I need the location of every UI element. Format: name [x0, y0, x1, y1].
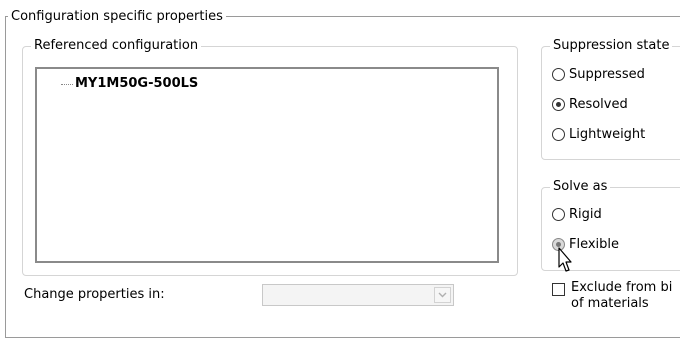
tree-connector [61, 84, 73, 85]
radio-resolved-label: Resolved [569, 97, 628, 112]
radio-flexible-label: Flexible [569, 237, 620, 252]
exclude-bom-label-line1: Exclude from bi [571, 280, 673, 295]
radio-button-icon[interactable] [552, 68, 565, 81]
radio-button-icon[interactable] [552, 208, 565, 221]
chevron-down-icon [438, 292, 447, 298]
radio-suppressed-label: Suppressed [569, 67, 645, 82]
suppression-state-title: Suppression state [550, 38, 673, 54]
exclude-bom-label-line2: of materials [571, 296, 649, 311]
radio-lightweight-label: Lightweight [569, 127, 646, 142]
solve-as-title: Solve as [550, 179, 611, 195]
change-properties-label: Change properties in: [24, 287, 165, 302]
suppression-state-group: Suppression state Suppressed Resolved Li… [541, 38, 680, 160]
configuration-item[interactable]: MY1M50G-500LS [75, 75, 198, 93]
exclude-bom-checkbox[interactable] [552, 283, 565, 296]
radio-rigid-label: Rigid [569, 207, 602, 222]
radio-button-selected-icon[interactable] [552, 98, 565, 111]
change-properties-dropdown[interactable] [262, 284, 454, 306]
mouse-cursor-icon [558, 247, 572, 272]
configuration-properties-title: Configuration specific properties [8, 9, 226, 25]
radio-button-icon[interactable] [552, 128, 565, 141]
dropdown-button[interactable] [434, 287, 451, 303]
referenced-configuration-title: Referenced configuration [31, 38, 202, 54]
configuration-listbox[interactable]: MY1M50G-500LS [35, 67, 499, 263]
